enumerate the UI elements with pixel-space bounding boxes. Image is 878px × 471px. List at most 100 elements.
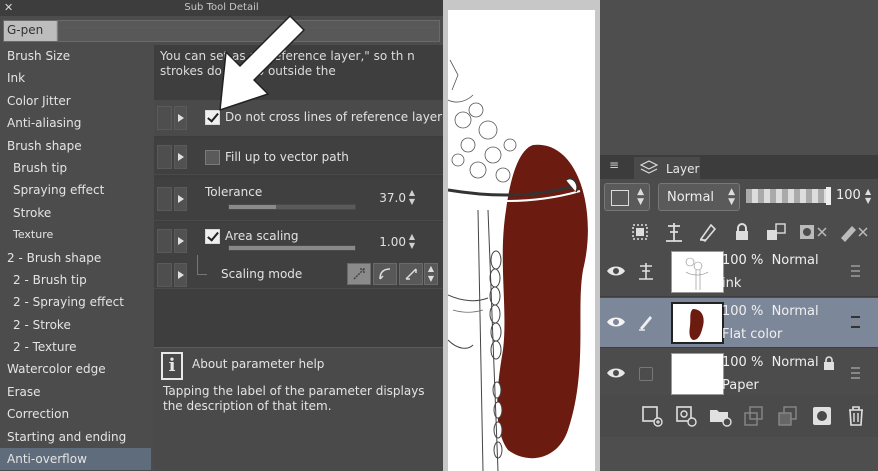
indent-line xyxy=(197,255,207,275)
lock-icon xyxy=(824,356,834,370)
layer-opacity-value[interactable]: 100 xyxy=(836,188,861,203)
new-vector-layer-icon[interactable] xyxy=(674,404,698,428)
empty-tool-slot xyxy=(639,367,653,381)
area-scaling-checkbox[interactable] xyxy=(205,229,220,244)
tolerance-value[interactable]: 37.0 xyxy=(370,191,406,205)
scaling-mode-option-1[interactable] xyxy=(347,263,371,285)
layer-bottom-toolbar xyxy=(600,395,878,437)
category-2-brush-tip[interactable]: 2 - Brush tip xyxy=(0,269,154,291)
new-folder-icon[interactable] xyxy=(708,404,732,428)
expand-icon[interactable] xyxy=(174,229,187,253)
transfer-lower-layer-icon[interactable] xyxy=(742,404,766,428)
show-in-tool-property-toggle[interactable] xyxy=(157,145,172,169)
scale-mode-1-icon xyxy=(353,268,365,280)
scaling-mode-dropdown[interactable]: ▲ ▼ xyxy=(424,263,438,285)
expand-icon[interactable] xyxy=(174,145,187,169)
category-2-spraying-effect[interactable]: 2 - Spraying effect xyxy=(0,291,154,313)
expand-icon[interactable] xyxy=(174,263,187,287)
annotation-arrow-icon xyxy=(219,15,305,111)
canvas-page[interactable] xyxy=(447,10,595,471)
expand-icon[interactable] xyxy=(174,106,187,130)
drag-handle-icon[interactable] xyxy=(851,367,860,379)
layer-name: ink xyxy=(722,276,742,291)
category-stroke[interactable]: Stroke xyxy=(0,202,154,224)
lock-layer-icon[interactable] xyxy=(730,220,754,244)
category-watercolor-edge[interactable]: Watercolor edge xyxy=(0,358,154,380)
clip-lower-layer-icon[interactable] xyxy=(628,220,652,244)
mask-enable-icon[interactable] xyxy=(798,220,828,244)
layer-row-ink[interactable]: 100 % Normal ink xyxy=(600,247,878,297)
scaling-mode-option-2[interactable] xyxy=(373,263,397,285)
area-scaling-value[interactable]: 1.00 xyxy=(370,235,406,249)
pen-icon[interactable] xyxy=(636,312,656,332)
lock-transparent-icon[interactable] xyxy=(764,220,788,244)
layer-panel-header: ≡ Layer xyxy=(600,155,878,179)
layer-opacity-mode: 100 % Normal xyxy=(722,253,819,268)
layer-color-button[interactable]: ▲ ▼ xyxy=(604,183,650,211)
category-brush-shape[interactable]: Brush shape xyxy=(0,135,154,157)
panel-menu-icon[interactable]: ≡ xyxy=(609,158,619,172)
combine-lower-layer-icon[interactable] xyxy=(776,404,800,428)
category-2-stroke[interactable]: 2 - Stroke xyxy=(0,314,154,336)
show-in-tool-property-toggle[interactable] xyxy=(157,187,172,211)
fill-vector-label: Fill up to vector path xyxy=(225,150,349,164)
new-raster-layer-icon[interactable] xyxy=(640,404,664,428)
category-texture[interactable]: Texture xyxy=(0,224,154,246)
scaling-mode-option-3[interactable] xyxy=(399,263,423,285)
help-title: About parameter help xyxy=(192,357,325,371)
blend-mode-select[interactable]: Normal ▲ ▼ xyxy=(658,183,740,211)
trash-icon[interactable] xyxy=(844,404,868,428)
layer-mode: Normal xyxy=(771,253,819,268)
category-spraying-effect[interactable]: Spraying effect xyxy=(0,179,154,201)
area-scaling-stepper[interactable]: ▲ ▼ xyxy=(407,232,417,252)
layer-row-flat-color[interactable]: 100 % Normal Flat color xyxy=(600,298,878,348)
area-scaling-slider[interactable] xyxy=(228,245,356,251)
visibility-eye-icon[interactable] xyxy=(606,366,626,380)
layer-opacity-slider[interactable] xyxy=(746,187,831,205)
category-brush-size[interactable]: Brush Size xyxy=(0,45,154,67)
category-anti-overflow[interactable]: Anti-overflow xyxy=(0,448,151,471)
tolerance-label: Tolerance xyxy=(205,185,263,199)
fill-vector-checkbox[interactable] xyxy=(205,150,220,165)
layer-opacity: 100 % xyxy=(722,355,764,370)
tab-layer[interactable]: Layer xyxy=(634,157,700,179)
opacity-stepper[interactable]: ▲ ▼ xyxy=(865,187,871,205)
category-2-brush-shape[interactable]: 2 - Brush shape xyxy=(0,247,154,269)
layer-opacity: 100 % xyxy=(722,253,764,268)
show-in-tool-property-toggle[interactable] xyxy=(157,229,172,253)
layer-row-paper[interactable]: 100 % Normal Paper xyxy=(600,349,878,399)
info-icon: i xyxy=(161,352,183,380)
category-erase[interactable]: Erase xyxy=(0,381,154,403)
reference-layer-icon[interactable] xyxy=(636,261,656,281)
expand-icon[interactable] xyxy=(174,187,187,211)
draft-layer-icon[interactable] xyxy=(696,220,720,244)
layer-thumbnail xyxy=(671,353,724,395)
category-starting-and-ending[interactable]: Starting and ending xyxy=(0,426,154,448)
ruler-display-icon[interactable] xyxy=(838,220,870,244)
category-2-texture[interactable]: 2 - Texture xyxy=(0,336,154,358)
tolerance-stepper[interactable]: ▲ ▼ xyxy=(407,188,417,208)
show-in-tool-property-toggle[interactable] xyxy=(157,106,172,130)
category-ink[interactable]: Ink xyxy=(0,67,154,89)
visibility-eye-icon[interactable] xyxy=(606,315,626,329)
drag-handle-icon[interactable] xyxy=(851,316,860,328)
chevron-updown-icon: ▲ ▼ xyxy=(728,187,735,207)
area-scaling-slider-fill xyxy=(229,246,355,250)
category-brush-tip[interactable]: Brush tip xyxy=(0,157,154,179)
brush-name: G-pen xyxy=(7,23,44,37)
scale-mode-3-icon xyxy=(405,268,417,280)
category-color-jitter[interactable]: Color Jitter xyxy=(0,90,154,112)
drag-handle-icon[interactable] xyxy=(851,265,860,277)
layer-opacity-mode: 100 % Normal xyxy=(722,355,819,370)
visibility-eye-icon[interactable] xyxy=(606,264,626,278)
layers-icon xyxy=(640,160,658,174)
layer-mask-icon[interactable] xyxy=(810,404,834,428)
category-anti-aliasing[interactable]: Anti-aliasing xyxy=(0,112,154,134)
category-correction[interactable]: Correction xyxy=(0,403,154,425)
show-in-tool-property-toggle[interactable] xyxy=(157,263,172,287)
tolerance-slider[interactable] xyxy=(228,204,356,210)
parameter-help-panel: i About parameter help Tapping the label… xyxy=(154,347,443,471)
reference-layer-icon[interactable] xyxy=(662,220,686,244)
layer-opacity: 100 % xyxy=(722,304,764,319)
layer-name: Flat color xyxy=(722,327,783,342)
